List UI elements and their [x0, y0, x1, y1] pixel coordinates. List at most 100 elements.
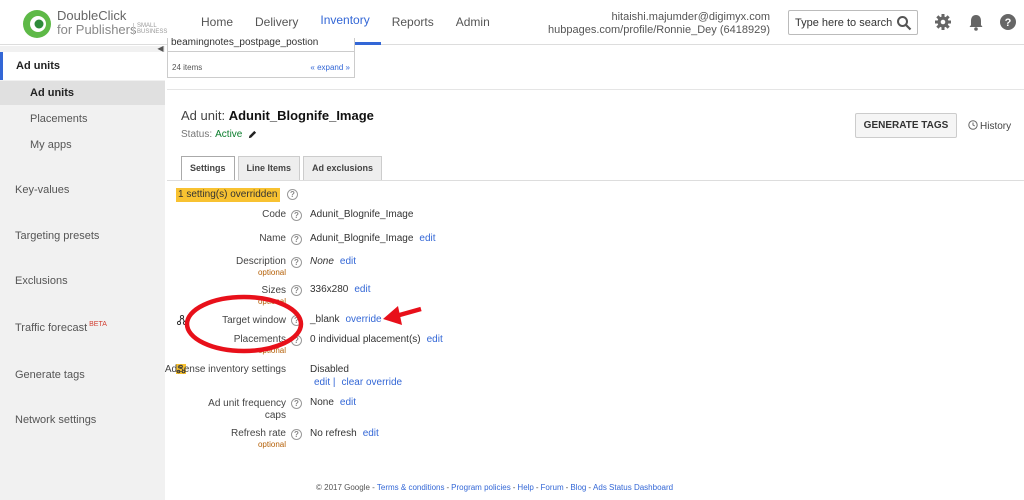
footer-link-blog[interactable]: Blog [570, 483, 586, 492]
status-label: Status: [181, 129, 213, 140]
nav-admin[interactable]: Admin [445, 0, 501, 45]
sidebar-section-ad-units[interactable]: Ad units [0, 52, 165, 80]
tab-settings[interactable]: Settings [181, 156, 235, 181]
history-link[interactable]: History [968, 120, 1011, 132]
sidebar-item-generate-tags[interactable]: Generate tags [0, 362, 165, 388]
footer-link-help[interactable]: Help [517, 483, 533, 492]
sidebar-item-traffic-forecast[interactable]: Traffic forecast BETA [0, 315, 165, 341]
refresh-label-text: Refresh rate [230, 428, 286, 439]
footer-link-forum[interactable]: Forum [541, 483, 564, 492]
tab-line-items[interactable]: Line Items [237, 156, 301, 180]
status-row: Status: Active [181, 129, 257, 140]
help-icon[interactable]: ? [287, 189, 298, 200]
refresh-rate-label: Refresh rate optional [231, 428, 286, 449]
search-icon[interactable] [896, 15, 912, 31]
footer-link-policies[interactable]: Program policies [451, 483, 511, 492]
account-info[interactable]: hitaishi.majumder@digimyx.com hubpages.c… [548, 11, 770, 37]
refresh-edit-link[interactable]: edit [363, 428, 379, 439]
dropdown-count: 24 items [172, 63, 203, 72]
sidebar-item-network-settings[interactable]: Network settings [0, 407, 165, 433]
overridden-badge: 1 setting(s) overridden [176, 188, 280, 202]
dropdown-item[interactable]: beamingnotes_postpage_postion [168, 38, 354, 52]
adsense-value: Disabled [310, 364, 349, 375]
sidebar-item-key-values[interactable]: Key-values [0, 177, 165, 203]
account-email: hitaishi.majumder@digimyx.com [611, 11, 771, 23]
sidebar-item-my-apps[interactable]: My apps [0, 133, 165, 157]
sidebar-item-targeting-presets[interactable]: Targeting presets [0, 223, 165, 249]
code-label: Code [262, 209, 286, 220]
brand-line2: for Publishers [57, 22, 137, 37]
placements-field: 0 individual placement(s) edit [310, 334, 443, 345]
help-icon[interactable]: ? [291, 257, 302, 268]
help-icon[interactable]: ? [998, 12, 1018, 32]
title-prefix: Ad unit: [181, 108, 226, 123]
sizes-label: Sizes optional [258, 285, 286, 306]
sidebar: Ad units Ad units Placements My apps Key… [0, 46, 165, 500]
help-icon[interactable]: ? [291, 210, 302, 221]
top-bar: DoubleClick for Publishers SMALL BUSINES… [0, 0, 1024, 45]
help-icon[interactable]: ? [291, 315, 302, 326]
gear-icon[interactable] [933, 12, 953, 32]
name-field: Adunit_Blognife_Image edit [310, 233, 436, 244]
bell-icon[interactable] [966, 12, 986, 32]
adsense-clear-override-link[interactable]: clear override [342, 377, 403, 388]
placements-edit-link[interactable]: edit [427, 334, 443, 345]
adsense-edit-link[interactable]: edit | [314, 377, 336, 388]
tab-bar: Settings Line Items Ad exclusions [181, 156, 385, 181]
name-edit-link[interactable]: edit [419, 233, 435, 244]
placements-label: Placements optional [234, 334, 286, 355]
frequency-caps-field: None edit [310, 397, 356, 408]
placements-label-text: Placements [233, 334, 286, 345]
refresh-rate-field: No refresh edit [310, 428, 379, 439]
ad-unit-dropdown: beamingnotes_postpage_postion 24 items «… [167, 38, 355, 78]
nav-reports[interactable]: Reports [381, 0, 445, 45]
adsense-label: AdSense inventory settings [164, 364, 286, 375]
footer-copyright: © 2017 Google - [316, 483, 375, 492]
description-value: None [310, 256, 334, 267]
tabs-divider [167, 180, 1024, 181]
refresh-value: No refresh [310, 428, 357, 439]
generate-tags-button[interactable]: GENERATE TAGS [855, 113, 957, 138]
frequency-edit-link[interactable]: edit [340, 397, 356, 408]
pencil-icon[interactable] [248, 130, 257, 139]
sizes-field: 336x280 edit [310, 284, 371, 295]
help-icon[interactable]: ? [291, 429, 302, 440]
description-edit-link[interactable]: edit [340, 256, 356, 267]
divider [167, 89, 1024, 90]
page-title: Ad unit: Adunit_Blognife_Image [181, 108, 374, 123]
target-window-override-link[interactable]: override [345, 314, 381, 325]
help-icon[interactable]: ? [291, 398, 302, 409]
footer-link-ads-status[interactable]: Ads Status Dashboard [593, 483, 673, 492]
frequency-label-line1: Ad unit frequency [208, 398, 286, 409]
tab-ad-exclusions[interactable]: Ad exclusions [303, 156, 383, 180]
adsense-actions: edit | clear override [314, 377, 402, 388]
svg-text:?: ? [1005, 17, 1012, 29]
sidebar-item-ad-units[interactable]: Ad units [0, 81, 165, 105]
footer-link-terms[interactable]: Terms & conditions [377, 483, 445, 492]
name-value: Adunit_Blognife_Image [310, 233, 414, 244]
annotation-arrowhead [383, 306, 402, 325]
doubleclick-logo[interactable] [22, 9, 52, 39]
inherited-icon [177, 315, 187, 325]
history-label: History [980, 121, 1012, 132]
brand-name[interactable]: DoubleClick for Publishers SMALL BUSINES… [57, 9, 167, 37]
sidebar-item-exclusions[interactable]: Exclusions [0, 268, 165, 294]
sizes-label-text: Sizes [261, 285, 286, 296]
account-profile: hubpages.com/profile/Ronnie_Dey (6418929… [548, 24, 770, 36]
optional-tag: optional [257, 297, 286, 306]
description-label: Description optional [236, 256, 286, 277]
dropdown-expand-link[interactable]: « expand » [310, 63, 350, 72]
collapse-sidebar-icon[interactable]: ◀ [156, 44, 165, 54]
description-label-text: Description [235, 256, 286, 267]
sizes-edit-link[interactable]: edit [354, 284, 370, 295]
help-icon[interactable]: ? [291, 335, 302, 346]
help-icon[interactable]: ? [291, 285, 302, 296]
beta-badge: BETA [89, 321, 107, 328]
frequency-caps-label: Ad unit frequency caps [208, 398, 286, 422]
search-box [788, 10, 918, 35]
sidebar-item-placements[interactable]: Placements [0, 107, 165, 131]
help-icon[interactable]: ? [291, 234, 302, 245]
search-input[interactable] [789, 11, 893, 34]
status-value: Active [215, 129, 243, 140]
target-window-field: _blank override [310, 314, 382, 325]
